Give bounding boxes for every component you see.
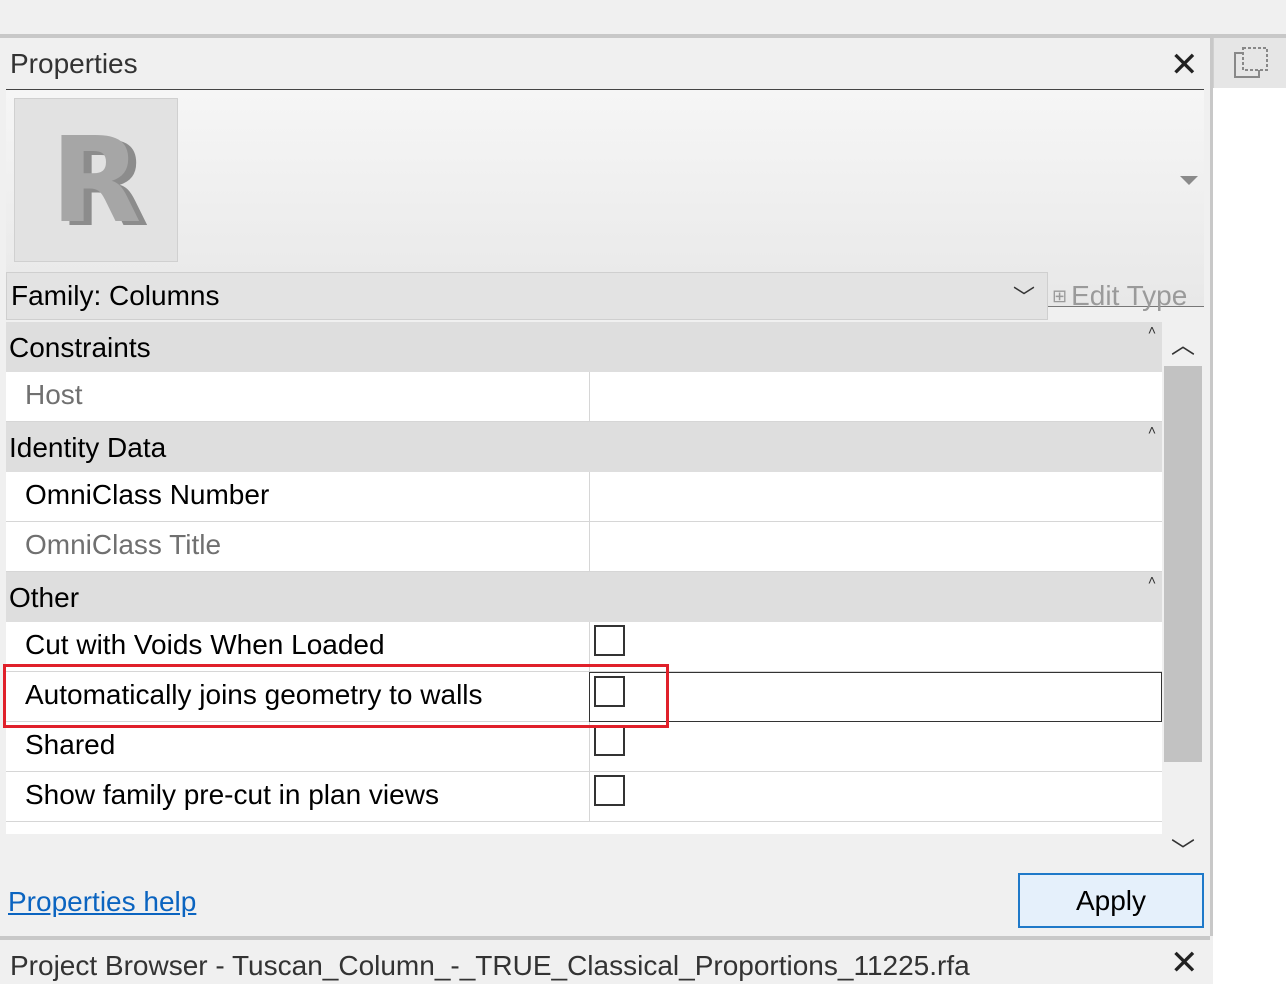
right-side-strip bbox=[1213, 38, 1286, 984]
group-other[interactable]: Other ˄ bbox=[6, 572, 1162, 622]
property-row-show-precut[interactable]: Show family pre-cut in plan views bbox=[6, 772, 1162, 822]
property-row-cut-with-voids[interactable]: Cut with Voids When Loaded bbox=[6, 622, 1162, 672]
property-value[interactable] bbox=[589, 472, 1162, 522]
property-value[interactable] bbox=[589, 372, 1162, 422]
top-toolbar-strip bbox=[0, 0, 1286, 38]
property-name: Automatically joins geometry to walls bbox=[25, 679, 483, 710]
cut-with-voids-checkbox[interactable] bbox=[594, 625, 625, 656]
project-browser-title: Project Browser - Tuscan_Column_-_TRUE_C… bbox=[10, 950, 970, 981]
edit-type-button[interactable]: ⊞ Edit Type bbox=[1052, 272, 1204, 320]
property-row-host[interactable]: Host bbox=[6, 372, 1162, 422]
property-row-omniclass-title[interactable]: OmniClass Title bbox=[6, 522, 1162, 572]
close-project-browser-icon[interactable]: ✕ bbox=[1170, 946, 1199, 980]
chevron-up-icon[interactable]: ︿ bbox=[1162, 322, 1204, 362]
property-value[interactable] bbox=[589, 522, 1162, 572]
group-label: Other bbox=[9, 582, 80, 613]
edit-type-icon: ⊞ bbox=[1052, 285, 1068, 306]
group-label: Identity Data bbox=[9, 432, 167, 463]
properties-title: Properties bbox=[10, 48, 138, 79]
group-label: Constraints bbox=[9, 332, 151, 363]
panel-toggle-tab[interactable] bbox=[1213, 38, 1286, 88]
properties-scrollbar[interactable]: ︿ ﹀ bbox=[1162, 322, 1204, 868]
property-value bbox=[589, 672, 1162, 722]
properties-help-link[interactable]: Properties help bbox=[8, 886, 196, 918]
auto-join-walls-checkbox[interactable] bbox=[594, 676, 625, 707]
scrollbar-thumb[interactable] bbox=[1164, 366, 1202, 762]
revit-logo-icon: R bbox=[50, 111, 142, 249]
family-filter-dropdown[interactable]: Family: Columns ﹀ bbox=[6, 272, 1048, 320]
project-browser-header: Project Browser - Tuscan_Column_-_TRUE_C… bbox=[0, 940, 1210, 984]
properties-panel: Properties ✕ R Family: Columns ﹀ ⊞ Edit … bbox=[0, 38, 1213, 936]
window-tile-icon bbox=[1233, 47, 1268, 78]
show-precut-checkbox[interactable] bbox=[594, 775, 625, 806]
close-properties-icon[interactable]: ✕ bbox=[1170, 48, 1199, 82]
property-value bbox=[589, 722, 1162, 772]
group-constraints[interactable]: Constraints ˄ bbox=[6, 322, 1162, 372]
apply-button[interactable]: Apply bbox=[1018, 873, 1204, 928]
chevron-down-icon[interactable]: ﹀ bbox=[1162, 828, 1204, 868]
collapse-group-icon[interactable]: ˄ bbox=[1148, 422, 1156, 438]
edit-type-label: Edit Type bbox=[1071, 280, 1188, 311]
family-thumbnail: R bbox=[14, 98, 178, 262]
property-row-auto-join-walls[interactable]: Automatically joins geometry to walls bbox=[6, 672, 1162, 722]
properties-grid: Constraints ˄ Host Identity Data ˄ OmniC… bbox=[6, 322, 1162, 834]
property-row-shared[interactable]: Shared bbox=[6, 722, 1162, 772]
collapse-group-icon[interactable]: ˄ bbox=[1148, 572, 1156, 588]
group-identity-data[interactable]: Identity Data ˄ bbox=[6, 422, 1162, 472]
shared-checkbox[interactable] bbox=[594, 725, 625, 756]
property-name: OmniClass Number bbox=[25, 479, 270, 510]
property-row-omniclass-number[interactable]: OmniClass Number bbox=[6, 472, 1162, 522]
property-name: Cut with Voids When Loaded bbox=[25, 629, 385, 660]
property-value bbox=[589, 772, 1162, 822]
property-value bbox=[589, 622, 1162, 672]
collapse-group-icon[interactable]: ˄ bbox=[1148, 322, 1156, 338]
type-selector-dropdown-icon[interactable] bbox=[1180, 176, 1198, 185]
property-name: Host bbox=[25, 379, 83, 410]
chevron-down-icon: ﹀ bbox=[1012, 285, 1035, 310]
property-name: OmniClass Title bbox=[25, 529, 222, 560]
property-name: Shared bbox=[25, 729, 116, 760]
family-filter-label: Family: Columns bbox=[11, 280, 220, 311]
property-name: Show family pre-cut in plan views bbox=[25, 779, 439, 810]
